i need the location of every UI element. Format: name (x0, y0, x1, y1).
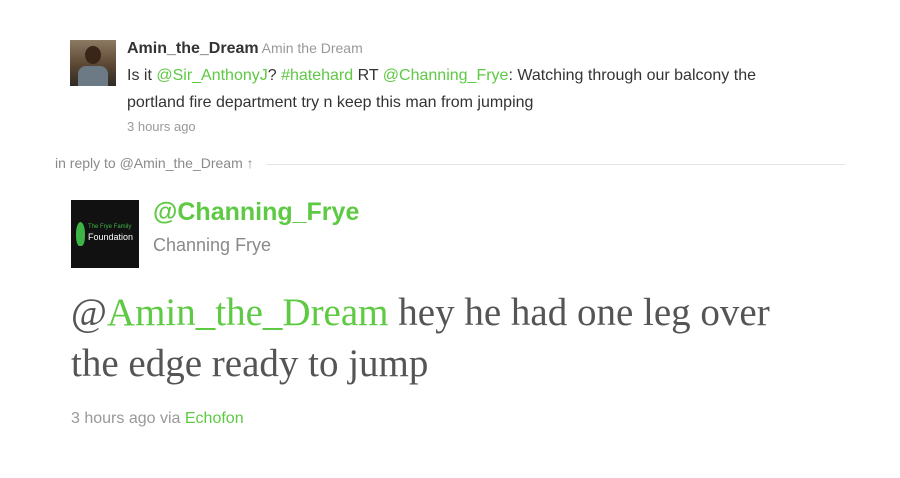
avatar-channing-frye[interactable]: The Frye Family Foundation (71, 200, 139, 268)
main-tweet-meta: 3 hours ago via Echofon (71, 410, 244, 428)
main-full-name: Channing Frye (153, 235, 272, 255)
parent-username[interactable]: Amin_the_Dream (127, 40, 259, 57)
main-tweet-text: @Amin_the_Dream hey he had one leg over … (71, 287, 791, 389)
parent-realname: Amin the Dream (261, 40, 363, 56)
parent-timestamp[interactable]: 3 hours ago (127, 119, 827, 134)
main-timestamp[interactable]: 3 hours ago (71, 410, 156, 427)
hashtag-link-hatehard[interactable]: #hatehard (281, 67, 353, 84)
avatar-logo-line2: Foundation (88, 232, 134, 242)
via-label: via (159, 410, 181, 427)
avatar-amin[interactable] (70, 40, 116, 86)
mention-link-amin-the-dream[interactable]: Amin_the_Dream (107, 291, 389, 334)
mention-link-sir-anthonyj[interactable]: @Sir_AnthonyJ (156, 67, 267, 84)
at-sign: @ (71, 291, 107, 334)
avatar-logo-line1: The Frye Family (88, 224, 132, 230)
main-screen-name[interactable]: @Channing_Frye (153, 198, 359, 227)
in-reply-link[interactable]: in reply to @Amin_the_Dream ↑ (55, 155, 266, 171)
footprint-icon (76, 222, 85, 246)
in-reply-divider: in reply to @Amin_the_Dream ↑ (55, 155, 845, 175)
parent-tweet-body: Amin_the_Dream Amin the Dream Is it @Sir_… (127, 38, 827, 134)
mention-link-channing-frye[interactable]: @Channing_Frye (383, 67, 509, 84)
via-app-link[interactable]: Echofon (185, 410, 244, 427)
avatar-shirt (78, 66, 108, 86)
parent-text-part: RT (353, 67, 383, 84)
parent-text: Is it @Sir_AnthonyJ? #hatehard RT @Chann… (127, 62, 817, 116)
parent-text-part: ? (267, 67, 282, 84)
parent-header: Amin_the_Dream Amin the Dream (127, 38, 827, 59)
parent-text-part: Is it (127, 67, 157, 84)
avatar-face (85, 46, 101, 64)
